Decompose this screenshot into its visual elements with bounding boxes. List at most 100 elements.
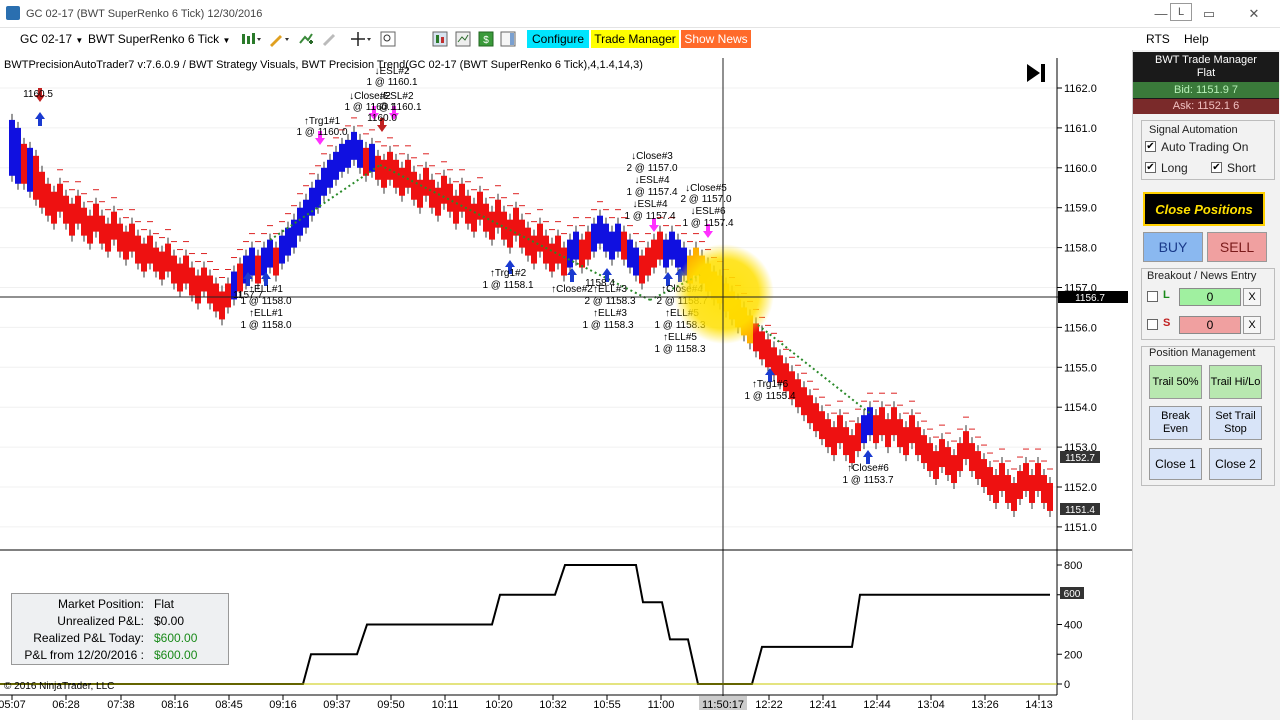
down-bar <box>891 407 897 436</box>
down-bar <box>759 331 765 360</box>
title-bar: GC 02-17 (BWT SuperRenko 6 Tick) 12/30/2… <box>0 0 1280 28</box>
add-indicator-icon[interactable] <box>298 31 314 47</box>
close-window-button[interactable]: ✕ <box>1243 4 1265 24</box>
clear-short-entry-button[interactable]: X <box>1243 316 1261 334</box>
down-bar <box>459 183 465 212</box>
rts-menu[interactable]: RTS <box>1146 32 1170 46</box>
close-1-button[interactable]: Close 1 <box>1149 448 1202 480</box>
buy-button[interactable]: BUY <box>1143 232 1203 262</box>
set-trail-stop-button[interactable]: Set Trail Stop <box>1209 406 1262 440</box>
down-bar <box>933 451 939 480</box>
down-bar <box>837 415 843 444</box>
up-bar <box>261 247 267 276</box>
long-entry-checkbox[interactable] <box>1147 291 1158 302</box>
price-marker-2: 1151.4 <box>1060 503 1100 516</box>
down-bar <box>429 179 435 208</box>
chart-style-icon[interactable] <box>240 31 262 47</box>
time-tick-label: 13:26 <box>971 699 999 711</box>
down-bar <box>555 235 561 264</box>
short-entry-input[interactable]: 0 <box>1179 316 1241 334</box>
price-tick-label: 1160.0 <box>1064 163 1097 175</box>
maximize-button[interactable]: ▭ <box>1198 4 1220 24</box>
link-button[interactable]: L <box>1170 3 1192 21</box>
price-tick-label: 1151.0 <box>1064 522 1097 534</box>
properties-icon[interactable] <box>432 31 448 47</box>
down-bar <box>87 215 93 244</box>
down-bar <box>1041 475 1047 503</box>
long-entry-input[interactable]: 0 <box>1179 288 1241 306</box>
instrument-selector[interactable]: GC 02-17 ▼ <box>20 30 83 48</box>
show-news-button[interactable]: Show News <box>681 30 751 48</box>
time-tick-label: 10:55 <box>593 699 621 711</box>
minimize-button[interactable]: — <box>1150 4 1172 24</box>
pnl-value: Flat <box>154 597 175 611</box>
price-tick-label: 1161.0 <box>1064 123 1097 135</box>
break-even-button[interactable]: Break Even <box>1149 406 1202 440</box>
trade-annotation: 1 @ 1158.3 <box>582 320 634 331</box>
down-bar <box>885 419 891 448</box>
close-positions-button[interactable]: Close Positions <box>1143 192 1265 226</box>
down-bar <box>519 219 525 248</box>
up-bar <box>333 151 339 180</box>
bar-type-selector[interactable]: BWT SuperRenko 6 Tick ▼ <box>88 30 230 48</box>
sell-button[interactable]: SELL <box>1207 232 1267 262</box>
trail-hilo-button[interactable]: Trail Hi/Lo <box>1209 365 1262 399</box>
lower-tick-label: 400 <box>1064 620 1082 632</box>
zoom-icon[interactable] <box>380 31 396 47</box>
chart-trader-icon[interactable] <box>500 31 516 47</box>
header-title: BWT Trade Manager <box>1155 54 1257 66</box>
up-bar <box>249 247 255 276</box>
down-bar <box>921 435 927 464</box>
renko-bars <box>9 113 1053 517</box>
long-entry-label: L <box>1163 289 1170 301</box>
down-bar <box>129 223 135 252</box>
up-bar <box>609 231 615 260</box>
down-bar <box>81 207 87 236</box>
breakout-title: Breakout / News Entry <box>1147 270 1257 282</box>
down-bar <box>831 427 837 456</box>
configure-button[interactable]: Configure <box>527 30 589 48</box>
up-bar <box>27 147 33 192</box>
up-bar <box>351 131 357 160</box>
up-bar <box>369 143 375 172</box>
drawing-tool-icon[interactable] <box>268 31 290 47</box>
price-tick-label: 1155.0 <box>1064 362 1097 374</box>
short-entry-checkbox[interactable] <box>1147 319 1158 330</box>
long-checkbox[interactable]: ✔ <box>1145 162 1156 173</box>
close-2-button[interactable]: Close 2 <box>1209 448 1262 480</box>
price-axis: 1162.01161.01160.01159.01158.01157.01156… <box>1057 83 1097 534</box>
down-bar <box>159 251 165 280</box>
clear-long-entry-button[interactable]: X <box>1243 288 1261 306</box>
time-tick-label: 10:11 <box>432 699 459 711</box>
price-chart-area[interactable]: 1160.5 ↓ESL#2 1 @ 1160.1 ↓Close#2 1 @ 1160.1… <box>0 50 1132 720</box>
up-bar <box>861 415 867 444</box>
down-bar <box>117 223 123 252</box>
down-bar <box>927 443 933 472</box>
down-bar <box>825 419 831 448</box>
trade-annotation: 1 @ 1158.1 <box>482 280 534 291</box>
down-bar <box>69 203 75 236</box>
short-checkbox[interactable]: ✔ <box>1211 162 1222 173</box>
play-icon[interactable] <box>1027 64 1045 82</box>
strategy-icon[interactable]: $ <box>478 31 494 47</box>
down-bar <box>417 179 423 208</box>
trail-50-button[interactable]: Trail 50% <box>1149 365 1202 399</box>
crosshair-price-marker: 1156.7 <box>1058 291 1128 304</box>
price-tick-label: 1159.0 <box>1064 203 1097 215</box>
down-bar <box>135 235 141 264</box>
crosshair-icon[interactable] <box>350 31 372 47</box>
data-box-icon[interactable] <box>455 31 471 47</box>
trade-annotation: ↓ESL#4 <box>632 199 667 210</box>
up-bar <box>267 239 273 268</box>
down-bar <box>237 263 243 292</box>
down-bar <box>471 203 477 232</box>
remove-drawing-icon[interactable] <box>322 31 338 47</box>
trade-manager-button[interactable]: Trade Manager <box>591 30 679 48</box>
trade-annotation: 1 @ 1157.4 <box>682 218 734 229</box>
trade-annotation: 2 @ 1157.0 <box>626 163 678 174</box>
down-bar <box>513 207 519 236</box>
auto-trading-checkbox[interactable]: ✔ <box>1145 141 1156 152</box>
help-menu[interactable]: Help <box>1184 32 1209 46</box>
instrument-label: GC 02-17 <box>20 32 73 46</box>
position-status: Flat <box>1196 67 1216 79</box>
